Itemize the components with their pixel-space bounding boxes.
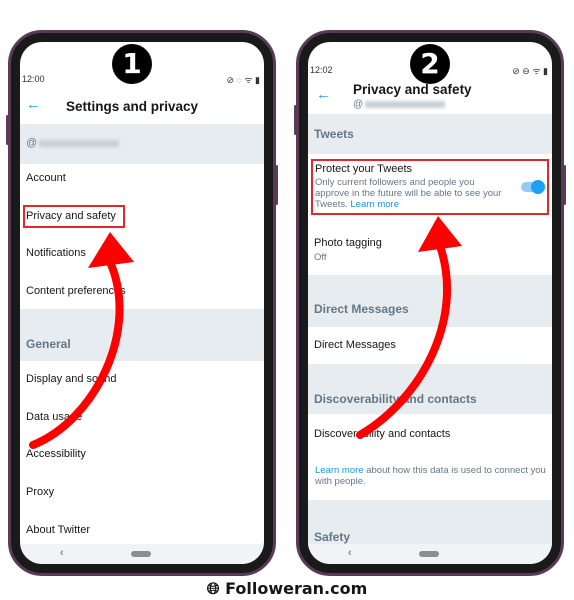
curved-arrow-2	[356, 216, 462, 439]
globe-icon: 🌐︎	[206, 579, 220, 598]
footer: 🌐︎ Followeran.com	[0, 579, 574, 599]
curved-arrow-1	[29, 232, 134, 449]
arrows-overlay	[29, 216, 462, 449]
brand-name: Followeran.com	[225, 579, 368, 598]
